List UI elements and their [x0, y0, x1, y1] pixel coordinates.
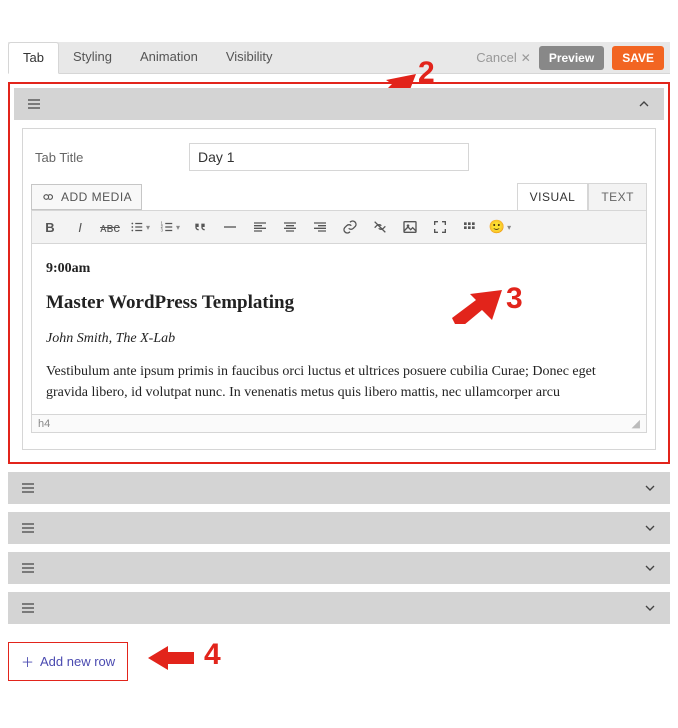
- tab-row-collapsed[interactable]: [8, 552, 670, 584]
- fullscreen-button[interactable]: [430, 217, 450, 237]
- media-icon: [41, 190, 55, 204]
- tab-animation[interactable]: Animation: [126, 42, 212, 73]
- chevron-up-icon[interactable]: [636, 96, 652, 112]
- resize-handle-icon[interactable]: ◢: [632, 417, 640, 430]
- save-button[interactable]: SAVE: [612, 46, 664, 70]
- arrow-4: [148, 644, 194, 672]
- align-center-button[interactable]: [280, 217, 300, 237]
- tab-visibility[interactable]: Visibility: [212, 42, 287, 73]
- strikethrough-button[interactable]: ᴀʙᴄ: [100, 217, 120, 237]
- add-new-row-label: Add new row: [40, 654, 115, 669]
- editor-status-path: h4: [38, 418, 50, 430]
- add-new-row-button[interactable]: ＋ Add new row: [8, 642, 128, 681]
- tab-title-input[interactable]: [189, 143, 469, 171]
- tab-styling[interactable]: Styling: [59, 42, 126, 73]
- chevron-down-icon[interactable]: [642, 520, 658, 536]
- add-media-label: ADD MEDIA: [61, 190, 132, 204]
- drag-handle-icon[interactable]: [26, 96, 42, 112]
- chevron-down-icon[interactable]: [642, 480, 658, 496]
- row-header[interactable]: [14, 88, 664, 120]
- editor-tab-text[interactable]: TEXT: [588, 183, 647, 210]
- tab-title-field: Tab Title: [23, 129, 655, 175]
- drag-handle-icon[interactable]: [20, 600, 36, 616]
- editor-tab-visual[interactable]: VISUAL: [517, 183, 589, 210]
- drag-handle-icon[interactable]: [20, 560, 36, 576]
- cancel-link[interactable]: Cancel ✕: [476, 50, 531, 65]
- annotation-4: 4: [204, 638, 221, 672]
- link-button[interactable]: [340, 217, 360, 237]
- content-title: Master WordPress Templating: [46, 289, 632, 318]
- drag-handle-icon[interactable]: [20, 480, 36, 496]
- chevron-down-icon[interactable]: [642, 560, 658, 576]
- close-icon: ✕: [521, 51, 531, 65]
- insert-image-button[interactable]: [400, 217, 420, 237]
- content-byline: John Smith, The X-Lab: [46, 328, 632, 349]
- cancel-label: Cancel: [476, 50, 516, 65]
- tab-row-collapsed[interactable]: [8, 472, 670, 504]
- settings-tabbar: Tab Styling Animation Visibility Cancel …: [8, 42, 670, 74]
- emoji-button[interactable]: 🙂: [490, 217, 510, 237]
- tab-tab[interactable]: Tab: [8, 42, 59, 74]
- content-time: 9:00am: [46, 258, 632, 279]
- blockquote-button[interactable]: [190, 217, 210, 237]
- chevron-down-icon[interactable]: [642, 600, 658, 616]
- editor-content[interactable]: 9:00am Master WordPress Templating John …: [32, 244, 646, 414]
- tab-title-label: Tab Title: [35, 150, 175, 165]
- italic-button[interactable]: I: [70, 217, 90, 237]
- align-left-button[interactable]: [250, 217, 270, 237]
- bold-button[interactable]: B: [40, 217, 60, 237]
- preview-button[interactable]: Preview: [539, 46, 604, 70]
- content-paragraph: Vestibulum ante ipsum primis in faucibus…: [46, 361, 632, 403]
- unlink-button[interactable]: [370, 217, 390, 237]
- tab-row-collapsed[interactable]: [8, 512, 670, 544]
- hr-button[interactable]: [220, 217, 240, 237]
- plus-icon: ＋: [21, 652, 34, 671]
- editor-toolbar: B I ᴀʙᴄ 123: [31, 210, 647, 244]
- drag-handle-icon[interactable]: [20, 520, 36, 536]
- bullet-list-button[interactable]: [130, 217, 150, 237]
- align-right-button[interactable]: [310, 217, 330, 237]
- toolbar-toggle-button[interactable]: [460, 217, 480, 237]
- numbered-list-button[interactable]: 123: [160, 217, 180, 237]
- tab-row-collapsed[interactable]: [8, 592, 670, 624]
- svg-text:3: 3: [161, 228, 164, 233]
- tab-row-expanded: 3 Tab Title: [8, 82, 670, 464]
- add-media-button[interactable]: ADD MEDIA: [31, 184, 142, 210]
